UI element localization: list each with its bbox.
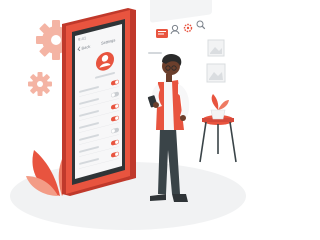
gear-icon[interactable] (183, 23, 193, 33)
plant-pot-icon (210, 94, 229, 120)
user-icon[interactable] (170, 24, 180, 35)
phone-device (62, 8, 136, 196)
search-icon[interactable] (196, 20, 206, 30)
image-icon (206, 39, 226, 83)
chat-bubble-icon[interactable] (156, 29, 168, 38)
illustration: 9:41 Back Settings (10, 0, 246, 230)
side-table-icon (199, 115, 237, 163)
floating-toolbar (148, 0, 212, 54)
gear-small-icon (28, 72, 52, 96)
